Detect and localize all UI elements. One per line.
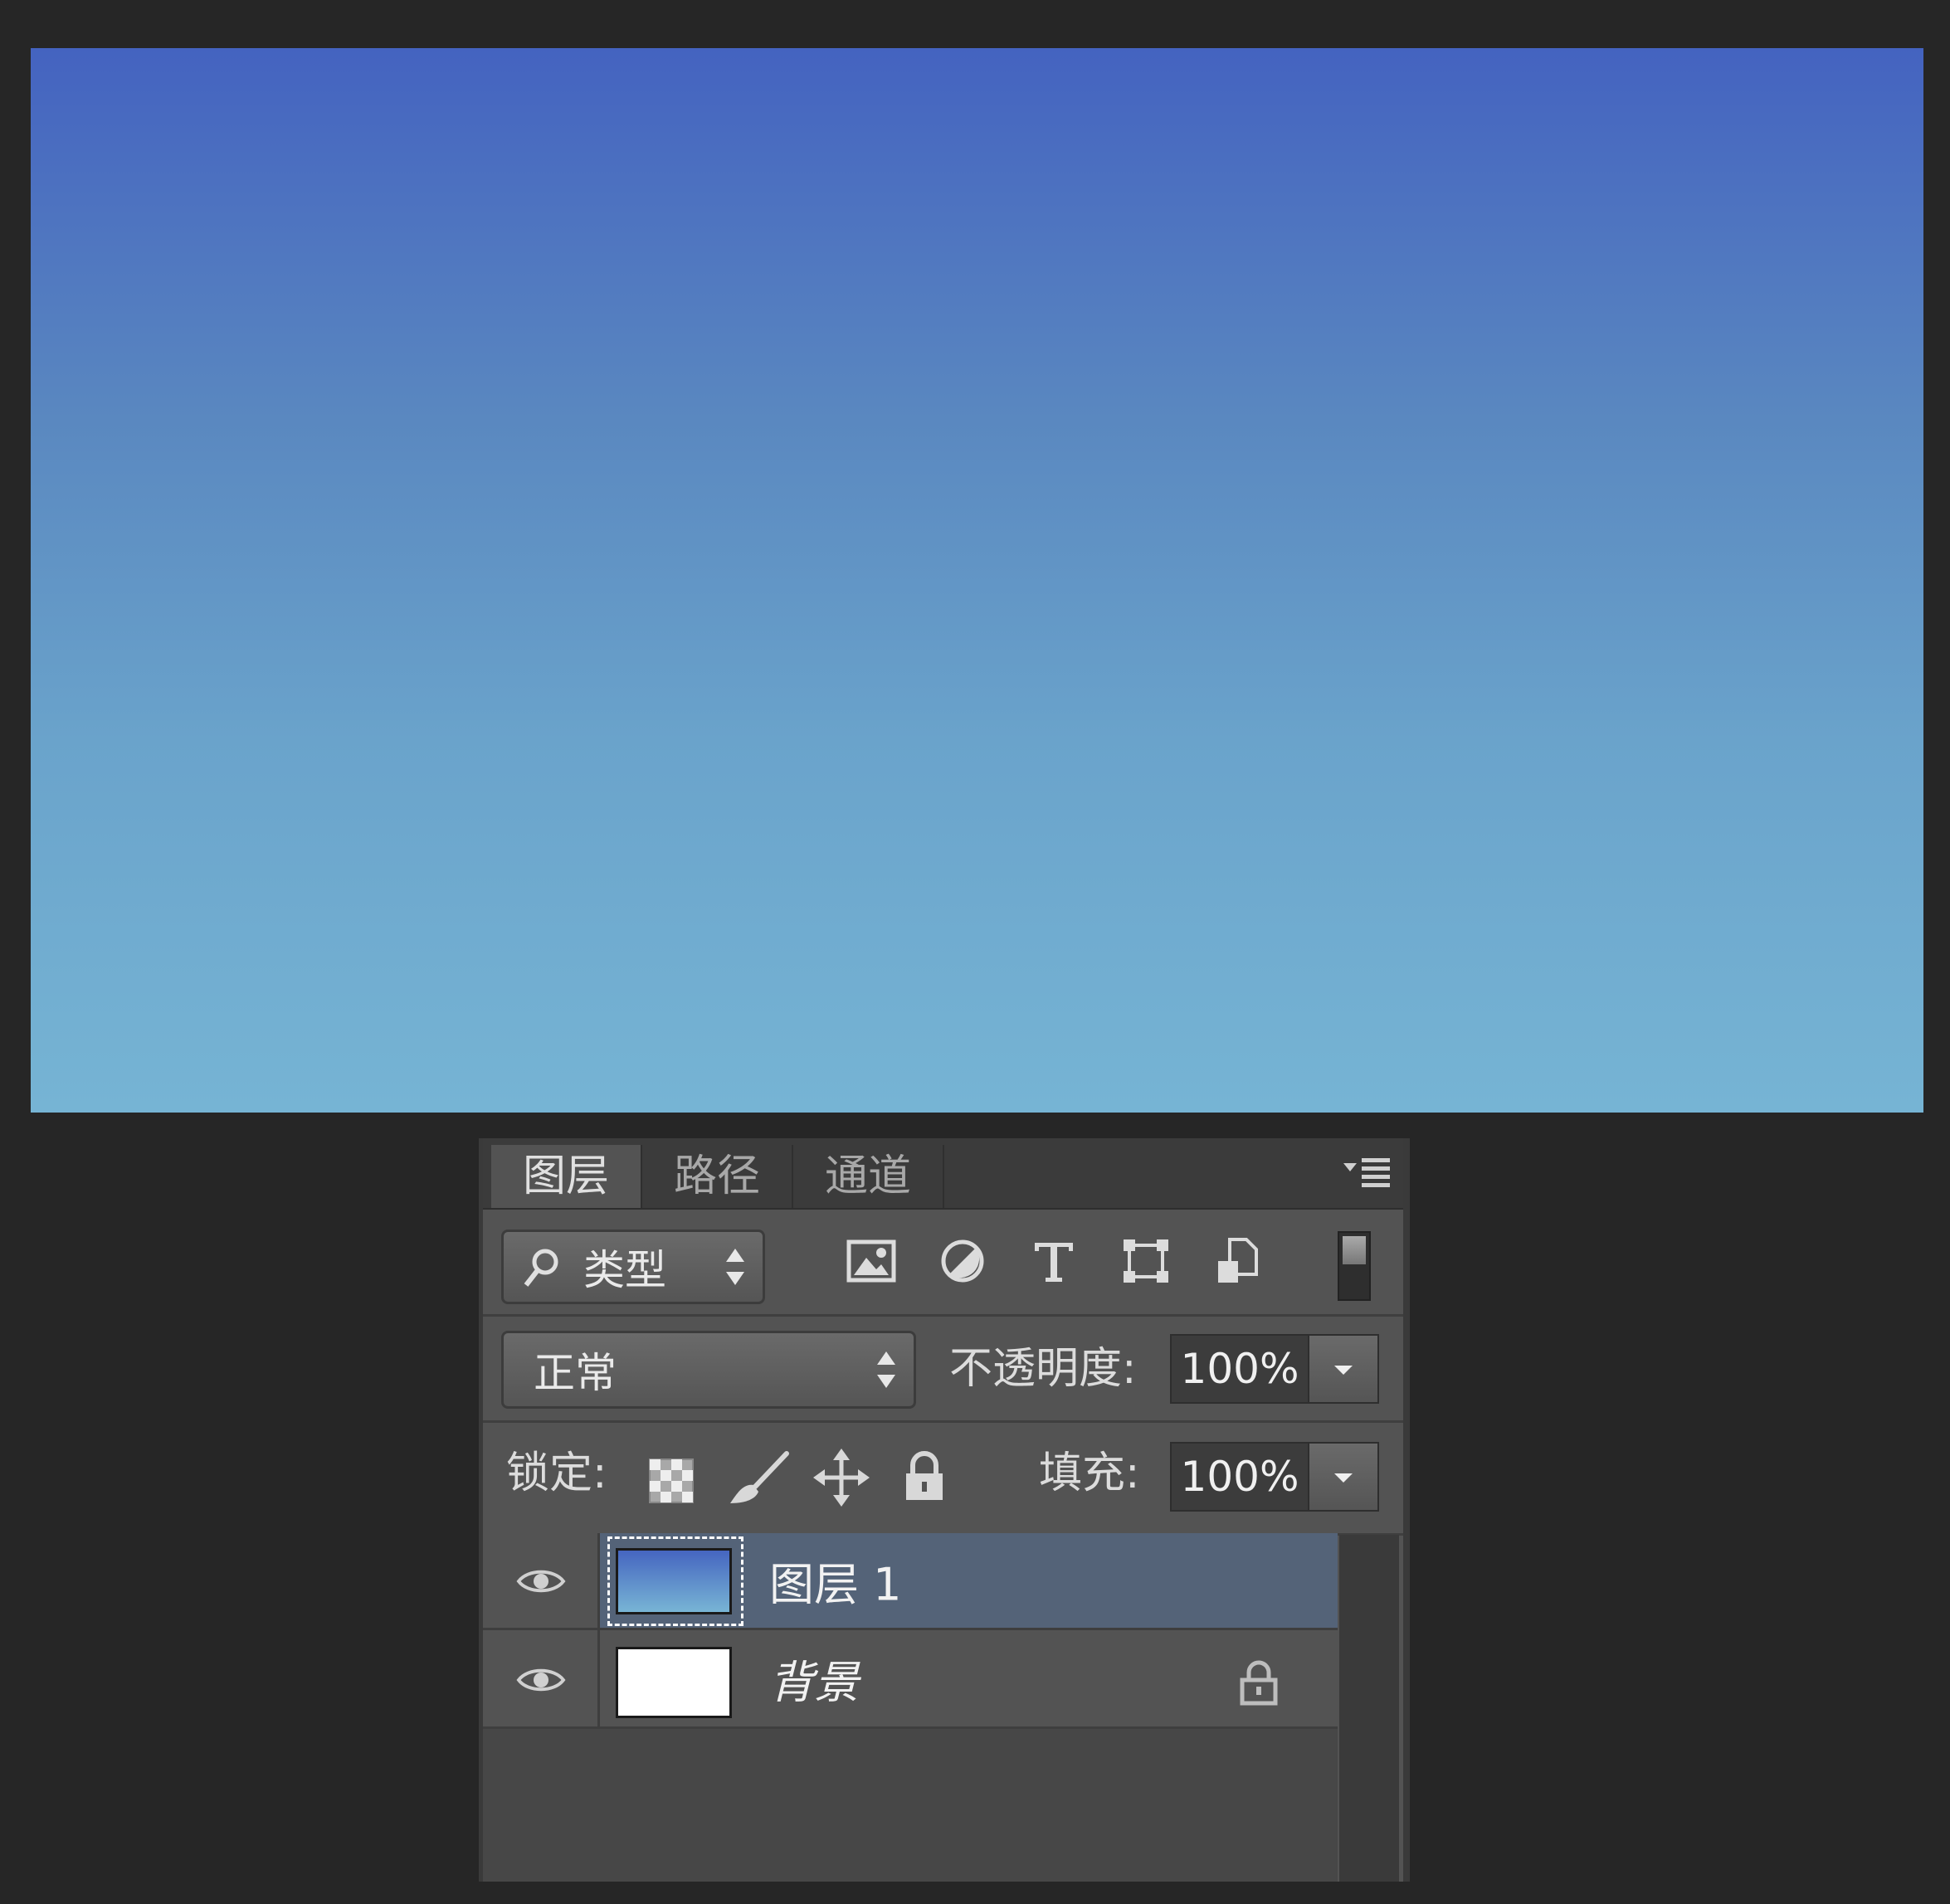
fill-input[interactable]: 100%	[1170, 1442, 1309, 1512]
layers-scrollbar[interactable]	[1339, 1535, 1399, 1882]
lock-transparent-icon[interactable]	[649, 1458, 694, 1507]
opacity-label: 不透明度:	[949, 1344, 1137, 1394]
layer-thumbnail	[616, 1548, 732, 1614]
type-filter-icon[interactable]	[1031, 1238, 1077, 1284]
smart-object-filter-icon[interactable]	[1213, 1236, 1260, 1283]
chevron-down-icon	[1334, 1366, 1353, 1375]
chevron-down-icon	[1334, 1473, 1353, 1483]
eye-icon	[516, 1570, 566, 1593]
layer-thumbnail	[616, 1647, 732, 1718]
lock-position-icon[interactable]	[813, 1449, 870, 1510]
tab-channels[interactable]: 通道	[793, 1145, 944, 1208]
layers-panel: 图层 路径 通道 类型 正常 不透明度: 100% 锁定: 填充: 100% 图…	[479, 1138, 1410, 1882]
adjustment-filter-icon[interactable]	[939, 1238, 986, 1284]
layers-empty-area	[483, 1729, 1338, 1882]
lock-paint-icon[interactable]	[725, 1450, 792, 1512]
layer-name[interactable]: 图层 1	[769, 1548, 902, 1614]
tab-paths[interactable]: 路径	[642, 1145, 793, 1208]
tab-layers[interactable]: 图层	[491, 1145, 642, 1208]
blend-mode-label: 正常	[534, 1349, 617, 1397]
fill-label: 填充:	[1039, 1449, 1140, 1498]
opacity-dropdown-button[interactable]	[1308, 1334, 1379, 1404]
lock-label: 锁定:	[506, 1449, 607, 1498]
layer-row-background[interactable]: 背景	[483, 1630, 1338, 1729]
layer-name[interactable]: 背景	[769, 1646, 859, 1712]
document-canvas[interactable]	[31, 48, 1923, 1113]
filter-kind-select[interactable]: 类型	[501, 1230, 765, 1304]
panel-menu-icon[interactable]	[1342, 1153, 1392, 1190]
opacity-input[interactable]: 100%	[1170, 1334, 1309, 1404]
shape-filter-icon[interactable]	[1122, 1238, 1168, 1284]
updown-arrows-icon	[875, 1350, 897, 1390]
updown-arrows-icon	[724, 1247, 746, 1287]
filter-toggle-switch[interactable]	[1338, 1231, 1371, 1301]
fill-dropdown-button[interactable]	[1308, 1442, 1379, 1512]
image-filter-icon[interactable]	[846, 1238, 896, 1284]
visibility-toggle[interactable]	[483, 1630, 600, 1726]
blend-mode-select[interactable]: 正常	[501, 1331, 916, 1409]
panel-tab-bar: 图层 路径 通道	[483, 1138, 1403, 1210]
search-icon	[522, 1247, 562, 1300]
blend-row: 正常 不透明度: 100%	[483, 1314, 1403, 1423]
layer-row-1[interactable]: 图层 1	[483, 1533, 1338, 1630]
visibility-toggle[interactable]	[483, 1533, 600, 1628]
lock-row: 锁定: 填充: 100%	[483, 1420, 1403, 1536]
lock-all-icon[interactable]	[901, 1450, 948, 1507]
lock-icon	[1238, 1658, 1280, 1710]
eye-icon	[516, 1668, 566, 1692]
filter-row: 类型	[483, 1210, 1403, 1317]
filter-kind-label: 类型	[583, 1246, 666, 1294]
